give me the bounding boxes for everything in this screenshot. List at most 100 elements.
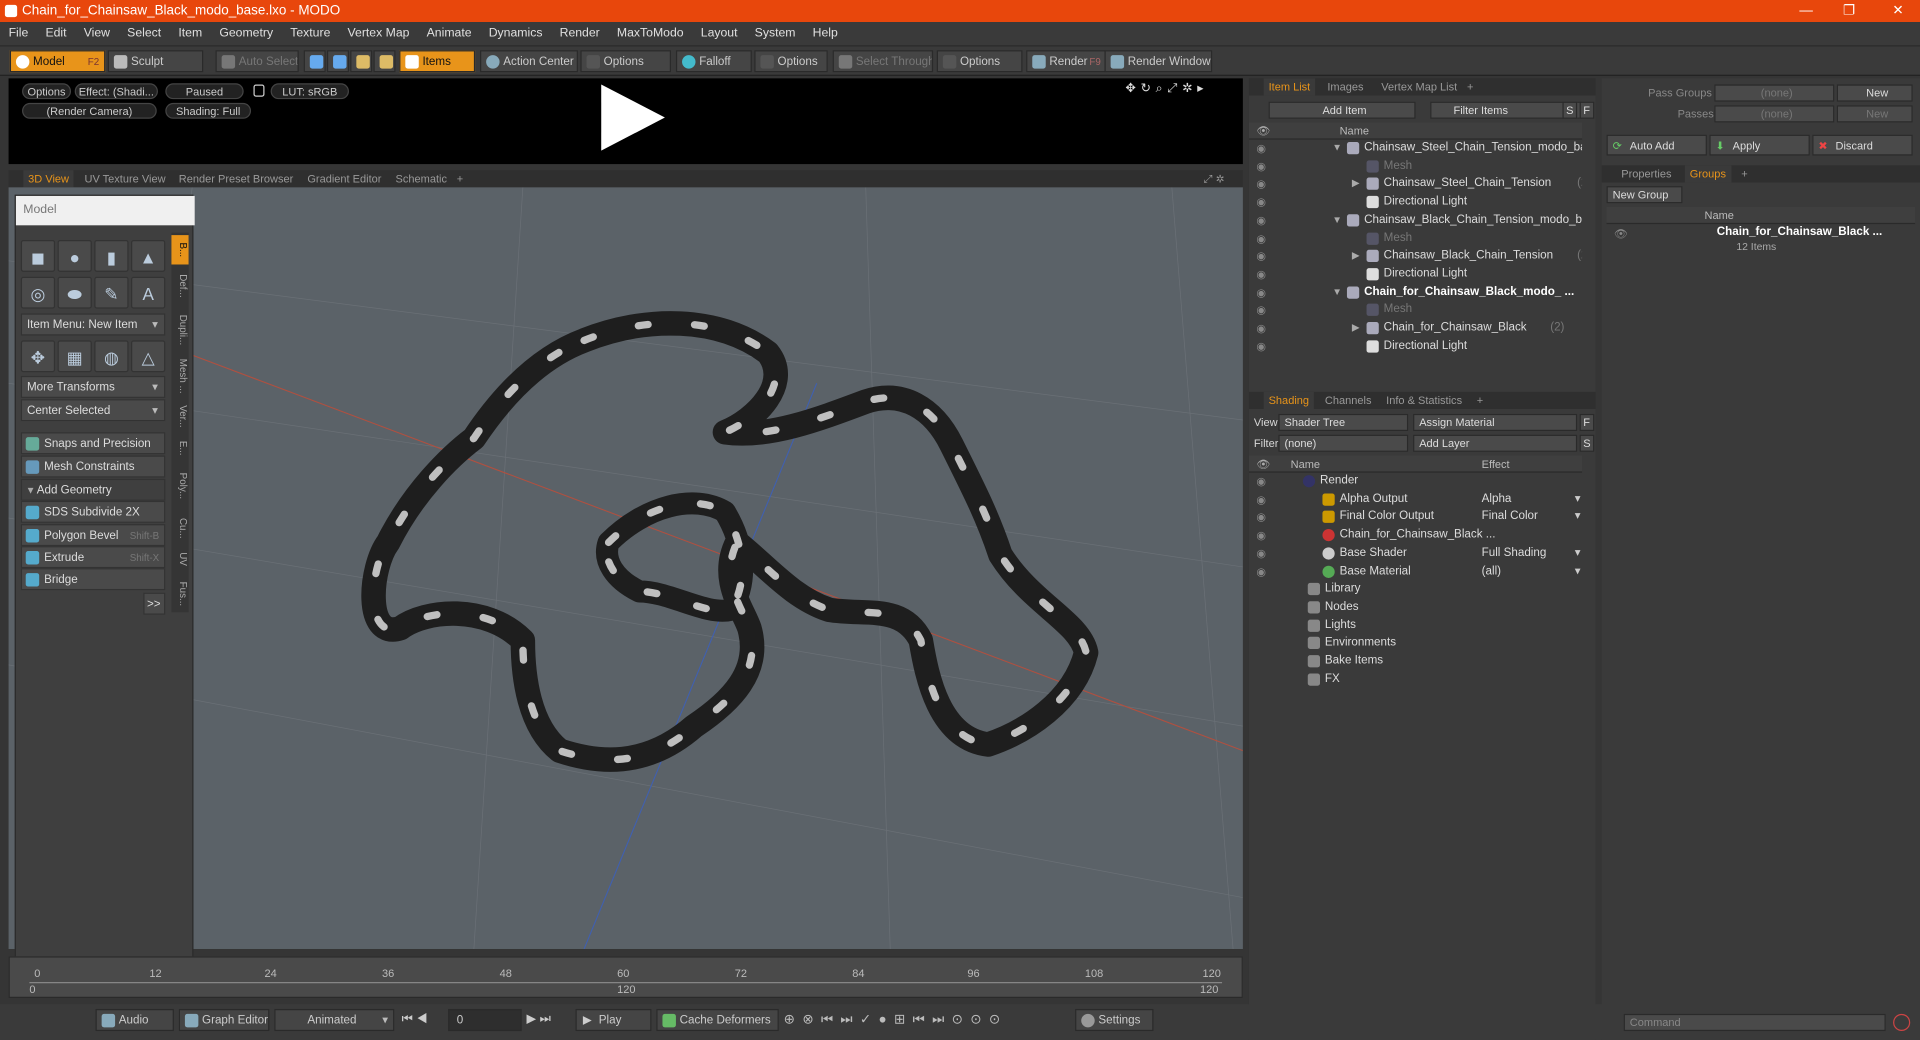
maximize-button[interactable]: ❐ xyxy=(1831,0,1868,22)
cylinder-icon[interactable]: ▮ xyxy=(94,240,129,272)
shading-dropdown[interactable]: Shading: Full xyxy=(165,102,252,119)
sphere-icon[interactable]: ● xyxy=(57,240,92,272)
sds-subdivide-button[interactable]: SDS Subdivide 2X xyxy=(20,500,166,523)
collapse-arrow-icon[interactable]: ▶ xyxy=(1352,248,1360,266)
vtab-curve[interactable]: Cu... xyxy=(171,512,189,544)
shader-tree-row[interactable]: FX xyxy=(1249,671,1582,689)
visibility-eye-icon[interactable]: ◉ xyxy=(1256,248,1266,266)
settings-button[interactable]: Settings xyxy=(1075,1008,1154,1032)
pass-groups-dropdown[interactable]: (none) xyxy=(1714,84,1835,102)
visibility-eye-icon[interactable]: ◉ xyxy=(1256,140,1266,158)
menu-help[interactable]: Help xyxy=(804,22,846,45)
menu-item[interactable]: Item xyxy=(170,22,211,45)
tab-info-statistics[interactable]: Info & Statistics xyxy=(1381,392,1467,409)
preview-paused-button[interactable]: Paused xyxy=(165,83,244,100)
next-key-buttons[interactable]: ▶⏭ xyxy=(527,1013,571,1030)
menu-geometry[interactable]: Geometry xyxy=(211,22,282,45)
visibility-eye-icon[interactable]: ◉ xyxy=(1256,491,1266,509)
command-input[interactable]: Command xyxy=(1623,1013,1886,1032)
cache-deformers-button[interactable]: Cache Deformers xyxy=(656,1008,779,1032)
extrude-button[interactable]: Extrude Shift-X xyxy=(20,546,166,569)
effect-dropdown[interactable]: Final Color xyxy=(1482,509,1581,527)
shader-tree-row[interactable]: Lights xyxy=(1249,617,1582,635)
3d-viewport[interactable] xyxy=(8,187,1243,949)
tab-item-list[interactable]: Item List xyxy=(1263,78,1316,96)
effect-dropdown[interactable]: (all) xyxy=(1482,563,1580,581)
item-list-row[interactable]: ◉ Mesh xyxy=(1249,230,1582,248)
edges-mode-button[interactable] xyxy=(326,50,349,73)
tab-groups[interactable]: Groups xyxy=(1684,165,1731,183)
menu-animate[interactable]: Animate xyxy=(418,22,480,45)
cone-icon[interactable]: ▲ xyxy=(131,240,166,272)
lut-dropdown[interactable]: LUT: sRGB xyxy=(270,83,349,100)
audio-button[interactable]: Audio xyxy=(95,1008,174,1032)
tab-3d-view[interactable]: 3D View xyxy=(23,170,74,188)
visibility-eye-icon[interactable]: ◉ xyxy=(1256,320,1266,338)
vtab-uv[interactable]: UV xyxy=(171,549,189,571)
menu-file[interactable]: File xyxy=(0,22,37,45)
frame-field[interactable]: 0 xyxy=(448,1008,522,1032)
model-mode-button[interactable]: Model F2 xyxy=(9,50,106,73)
shader-tree-row[interactable]: Environments xyxy=(1249,635,1582,653)
menu-maxtomodo[interactable]: MaxToModo xyxy=(608,22,692,45)
tab-channels[interactable]: Channels xyxy=(1320,392,1376,409)
lock-icon[interactable] xyxy=(253,84,265,97)
vtab-mesh-edit[interactable]: Mesh ... xyxy=(171,355,189,397)
tab-images[interactable]: Images xyxy=(1322,78,1368,95)
item-list-row[interactable]: ◉ ▶ Chain_for_Chainsaw_Black (2) xyxy=(1249,320,1582,338)
preview-options-button[interactable]: Options xyxy=(22,83,72,100)
visibility-eye-icon[interactable]: ◉ xyxy=(1256,158,1266,176)
minimize-button[interactable]: — xyxy=(1788,0,1825,22)
item-list-row[interactable]: ◉ ▼ Chainsaw_Steel_Chain_Tension_modo_ba..… xyxy=(1249,140,1582,158)
visibility-eye-icon[interactable]: ◉ xyxy=(1256,284,1266,302)
vtab-basic[interactable]: B... xyxy=(171,235,189,265)
plane-icon[interactable]: ▦ xyxy=(57,340,92,373)
menu-layout[interactable]: Layout xyxy=(692,22,746,45)
play-icon[interactable] xyxy=(601,84,665,151)
mesh-constraints-button[interactable]: Mesh Constraints xyxy=(20,455,166,478)
timeline-ruler[interactable]: 0 12 24 36 48 60 72 84 96 108 120 0 120 … xyxy=(8,956,1243,998)
preview-effect-dropdown[interactable]: Effect: (Shadi... xyxy=(74,83,158,100)
polygons-mode-button[interactable] xyxy=(350,50,373,73)
visibility-eye-icon[interactable]: ◉ xyxy=(1256,302,1266,320)
command-history-icon[interactable] xyxy=(1893,1013,1911,1032)
item-list-row[interactable]: ◉ Directional Light xyxy=(1249,266,1582,284)
name-column[interactable]: Name xyxy=(1291,456,1320,473)
filter-dropdown[interactable]: (none) xyxy=(1278,434,1409,452)
visibility-eye-icon[interactable]: 👁 xyxy=(1614,228,1628,241)
discard-button[interactable]: ✖ Discard xyxy=(1812,134,1913,156)
materials-mode-button[interactable] xyxy=(373,50,396,73)
menu-dynamics[interactable]: Dynamics xyxy=(480,22,551,45)
visibility-eye-icon[interactable]: ◉ xyxy=(1256,509,1266,527)
falloff-button[interactable]: Falloff xyxy=(675,50,752,73)
add-layer-dropdown[interactable]: Add Layer xyxy=(1413,434,1578,452)
new-pass-button[interactable]: New xyxy=(1836,105,1913,123)
menu-edit[interactable]: Edit xyxy=(37,22,75,45)
graph-editor-button[interactable]: Graph Editor xyxy=(178,1008,270,1032)
add-tab-button[interactable]: + xyxy=(452,170,468,187)
item-list-row[interactable]: ◉ ▼ Chainsaw_Black_Chain_Tension_modo_ba..… xyxy=(1249,212,1582,230)
item-list-row[interactable]: ◉ ▶ Chainsaw_Steel_Chain_Tension (2) xyxy=(1249,176,1582,194)
pyramid-icon[interactable]: △ xyxy=(131,340,166,373)
shading-f-toggle[interactable]: F xyxy=(1579,413,1595,432)
visibility-eye-icon[interactable]: ◉ xyxy=(1256,338,1266,356)
menu-select[interactable]: Select xyxy=(119,22,170,45)
tab-schematic[interactable]: Schematic xyxy=(391,170,452,187)
visibility-eye-icon[interactable]: ◉ xyxy=(1256,194,1266,212)
visibility-eye-icon[interactable]: ◉ xyxy=(1256,545,1266,563)
shader-tree-row[interactable]: Library xyxy=(1249,581,1582,599)
view-dropdown[interactable]: Shader Tree xyxy=(1278,413,1409,432)
action-center-button[interactable]: Action Center xyxy=(480,50,578,73)
select-through-button[interactable]: Select Through xyxy=(832,50,934,73)
visibility-eye-icon[interactable]: ◉ xyxy=(1256,212,1266,230)
add-item-dropdown[interactable]: Add Item xyxy=(1268,101,1416,119)
shader-tree-row[interactable]: ◉ Base Material (all) xyxy=(1249,563,1582,581)
capsule-icon[interactable]: ⬬ xyxy=(57,276,92,309)
vtab-duplicate[interactable]: Dupli... xyxy=(171,309,189,351)
center-selected-dropdown[interactable]: Center Selected xyxy=(20,399,166,422)
effect-dropdown[interactable]: Alpha xyxy=(1482,491,1582,509)
group-row[interactable]: 👁 Chain_for_Chainsaw_Black ... 12 Items xyxy=(1607,225,1916,262)
pen-icon[interactable]: ✎ xyxy=(94,276,129,309)
item-list-row[interactable]: ◉ Mesh xyxy=(1249,302,1582,320)
close-button[interactable]: ✕ xyxy=(1880,0,1917,22)
